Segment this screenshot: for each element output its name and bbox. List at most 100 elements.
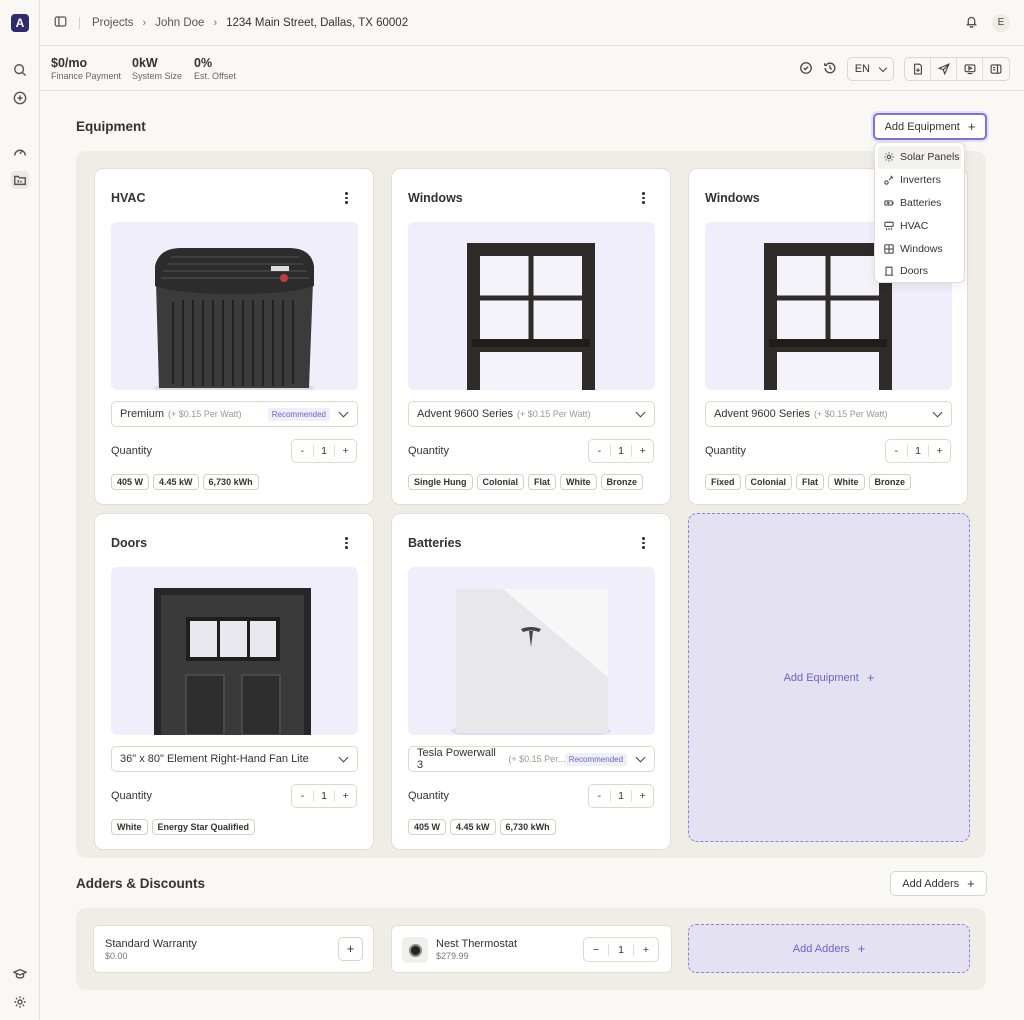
breadcrumb-projects[interactable]: Projects: [92, 17, 134, 29]
window-icon: [884, 243, 894, 254]
language-select[interactable]: EN: [846, 57, 894, 81]
check-circle-icon[interactable]: [799, 61, 813, 78]
recommended-badge: Recommended: [267, 407, 330, 421]
more-options-icon[interactable]: [642, 192, 646, 206]
add-adders-card-label: Add Adders: [792, 942, 850, 955]
menu-item-label: Solar Panels: [900, 151, 960, 164]
decrement-button[interactable]: -: [292, 790, 313, 802]
decrement-button[interactable]: -: [589, 790, 610, 802]
product-name: Tesla Powerwall 3: [417, 747, 496, 771]
more-options-icon[interactable]: [345, 537, 349, 551]
right-panel-icon[interactable]: [983, 58, 1009, 80]
recommended-badge: Recommended: [564, 752, 628, 766]
card-title: Windows: [408, 191, 463, 205]
product-select[interactable]: Premium (+ $0.15 Per Watt) Recommended: [111, 401, 358, 427]
projects-folder-icon[interactable]: [11, 171, 29, 189]
product-select[interactable]: Advent 9600 Series (+ $0.15 Per Watt): [408, 401, 655, 427]
decrement-button[interactable]: -: [292, 445, 313, 457]
add-circle-icon[interactable]: [11, 89, 29, 107]
chevron-down-icon: [635, 752, 646, 762]
chevron-right-icon: ›: [142, 16, 147, 29]
spec-tag: White: [560, 474, 597, 490]
stats-bar: $0/mo Finance Payment 0kW System Size 0%…: [40, 46, 1024, 91]
sidebar: A: [0, 0, 40, 1020]
more-options-icon[interactable]: [345, 192, 349, 206]
stat-finance-payment: $0/mo Finance Payment: [51, 56, 121, 81]
card-title: HVAC: [111, 191, 146, 205]
plus-icon: +: [967, 876, 975, 891]
adders-panel: Standard Warranty $0.00 + Nest Thermosta…: [76, 908, 986, 990]
quantity-value[interactable]: 1: [609, 790, 633, 802]
spec-tag: 4.45 kW: [450, 819, 496, 835]
add-equipment-card[interactable]: Add Equipment +: [688, 513, 970, 842]
increment-button[interactable]: +: [634, 944, 658, 956]
add-adder-button[interactable]: +: [338, 937, 363, 961]
add-adders-card[interactable]: Add Adders +: [688, 924, 970, 973]
product-name: Premium: [120, 408, 165, 420]
hvac-image: [111, 222, 358, 390]
decrement-button[interactable]: −: [584, 944, 608, 956]
menu-item-batteries[interactable]: Batteries: [878, 192, 961, 215]
spec-tag: Colonial: [744, 474, 793, 490]
inverter-icon: [884, 175, 894, 185]
menu-item-hvac[interactable]: HVAC: [878, 214, 961, 237]
stat-label: System Size: [132, 71, 183, 81]
add-document-icon[interactable]: [905, 58, 931, 80]
send-icon[interactable]: [931, 58, 957, 80]
menu-item-windows[interactable]: Windows: [878, 237, 961, 260]
quantity-value[interactable]: 1: [312, 790, 336, 802]
stat-est-offset: 0% Est. Offset: [194, 56, 236, 81]
sun-icon: [884, 152, 894, 162]
breadcrumb-customer[interactable]: John Doe: [155, 17, 204, 29]
more-options-icon[interactable]: [642, 537, 646, 551]
product-select[interactable]: 36" x 80" Element Right-Hand Fan Lite: [111, 746, 358, 772]
present-screen-icon[interactable]: [957, 58, 983, 80]
toolbar: EN: [799, 57, 1010, 81]
menu-item-solar-panels[interactable]: Solar Panels: [878, 146, 961, 169]
add-adders-button[interactable]: Add Adders +: [890, 871, 987, 896]
quantity-stepper: - 1 +: [588, 439, 654, 463]
increment-button[interactable]: +: [335, 445, 356, 457]
equipment-card-batteries: Batteries Tesla Powerwall 3 (+ $0.15 Per…: [391, 513, 671, 850]
menu-item-doors[interactable]: Doors: [878, 260, 961, 283]
quantity-stepper: − 1 +: [583, 937, 659, 962]
increment-button[interactable]: +: [929, 445, 950, 457]
add-equipment-button[interactable]: Add Equipment +: [873, 113, 987, 140]
decrement-button[interactable]: -: [589, 445, 610, 457]
settings-gear-icon[interactable]: [11, 993, 29, 1011]
adder-card-nest-thermostat: Nest Thermostat $279.99 − 1 +: [391, 925, 672, 973]
search-icon[interactable]: [11, 61, 29, 79]
product-name: Advent 9600 Series: [714, 408, 811, 420]
sidebar-toggle-icon[interactable]: [54, 15, 67, 31]
product-select[interactable]: Tesla Powerwall 3 (+ $0.15 Per... Recomm…: [408, 746, 655, 772]
quantity-value[interactable]: 1: [906, 445, 930, 457]
increment-button[interactable]: +: [632, 790, 653, 802]
add-adders-label: Add Adders: [902, 877, 960, 890]
chevron-down-icon: [635, 407, 646, 417]
menu-item-inverters[interactable]: Inverters: [878, 169, 961, 192]
app-logo[interactable]: A: [11, 14, 29, 32]
product-select[interactable]: Advent 9600 Series (+ $0.15 Per Watt): [705, 401, 952, 427]
spec-tags: 405 W 4.45 kW 6,730 kWh: [408, 819, 556, 835]
decrement-button[interactable]: -: [886, 445, 907, 457]
dashboard-gauge-icon[interactable]: [11, 143, 29, 161]
notifications-bell-icon[interactable]: [965, 15, 978, 31]
menu-item-label: Doors: [900, 265, 929, 278]
add-equipment-card-label: Add Equipment: [783, 671, 859, 684]
spec-tag: 4.45 kW: [153, 474, 199, 490]
quantity-label: Quantity: [111, 445, 152, 457]
quantity-value[interactable]: 1: [608, 943, 634, 956]
equipment-card-windows: Windows Advent 9600 Series (+ $0.15 Per …: [391, 168, 671, 505]
increment-button[interactable]: +: [632, 445, 653, 457]
quantity-value[interactable]: 1: [312, 445, 336, 457]
user-avatar[interactable]: E: [992, 14, 1010, 32]
spec-tag: Energy Star Qualified: [151, 819, 256, 835]
increment-button[interactable]: +: [335, 790, 356, 802]
plus-icon: +: [857, 941, 866, 956]
history-icon[interactable]: [823, 61, 837, 78]
quantity-value[interactable]: 1: [609, 445, 633, 457]
battery-icon: [884, 200, 894, 206]
card-title: Windows: [705, 191, 760, 205]
learning-cap-icon[interactable]: [11, 965, 29, 983]
product-name: Advent 9600 Series: [417, 408, 514, 420]
